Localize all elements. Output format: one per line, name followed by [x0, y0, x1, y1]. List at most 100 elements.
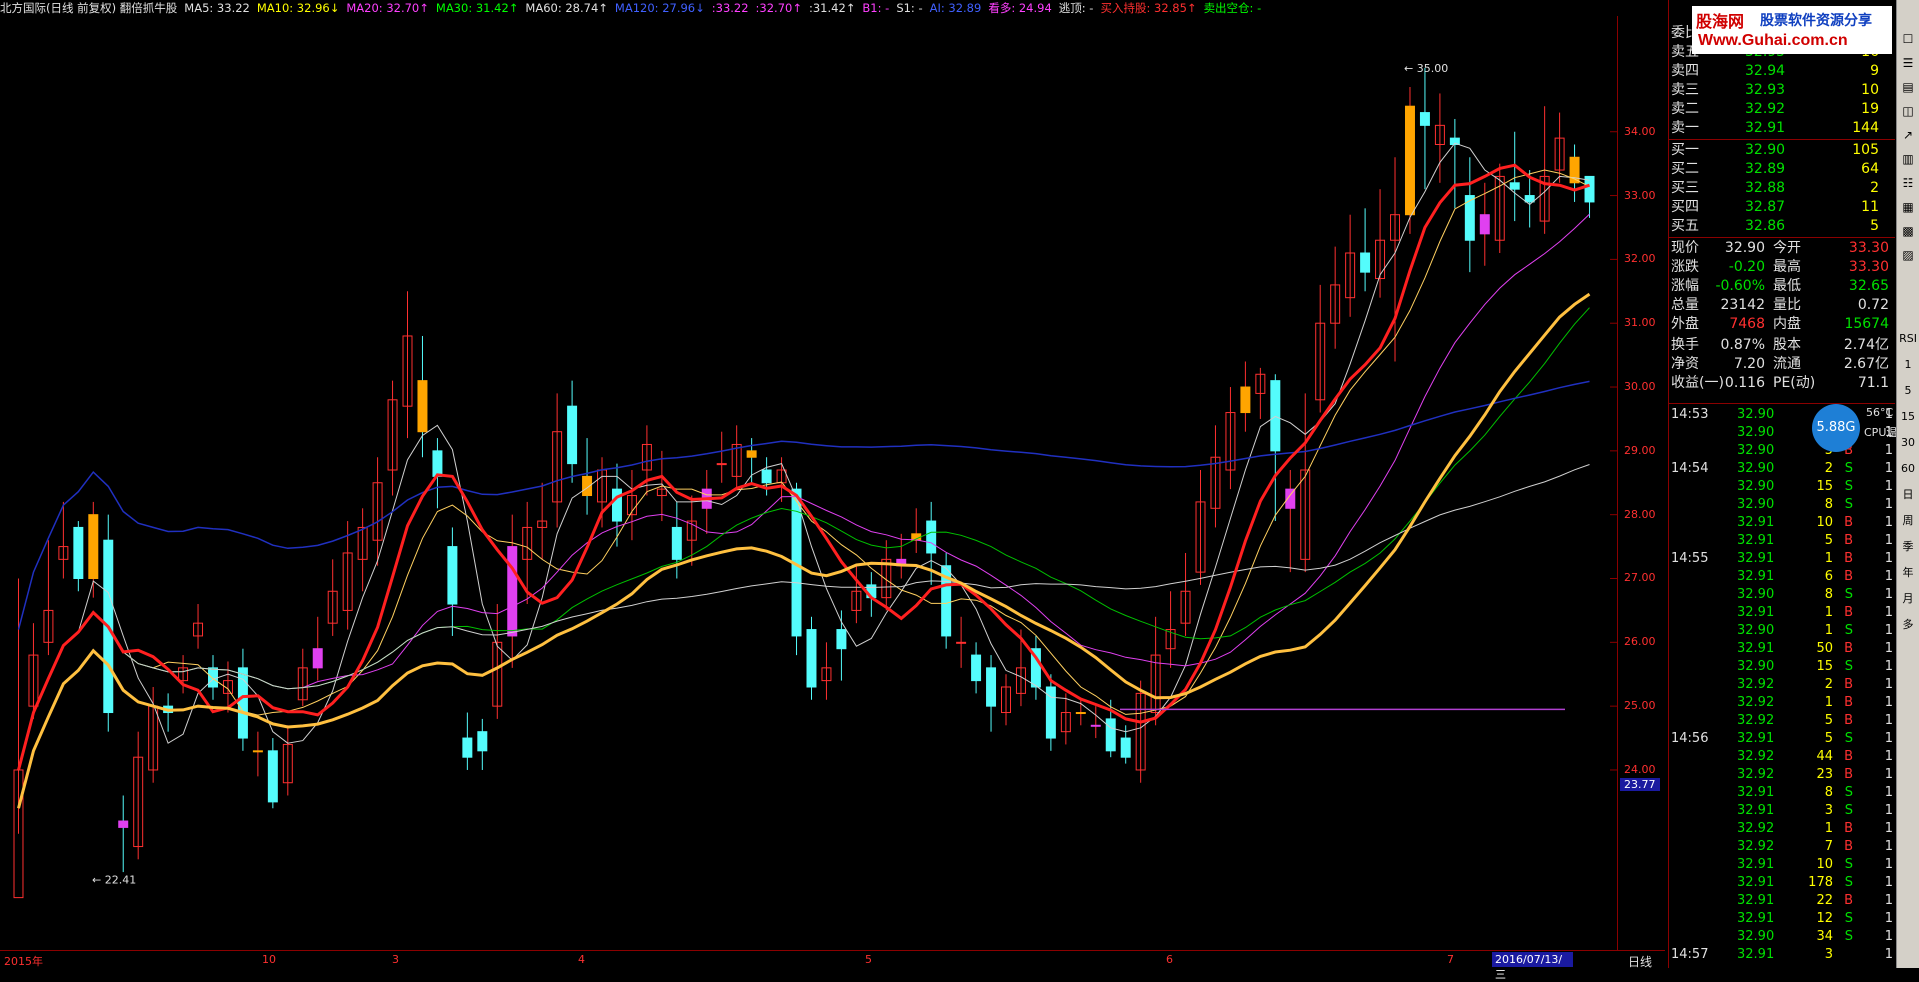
- candle-body: [567, 405, 578, 465]
- tool-icon[interactable]: ▦: [1899, 198, 1917, 216]
- period-tool[interactable]: 30: [1899, 434, 1917, 452]
- sell-level: 卖一 32.91 144: [1671, 120, 1879, 136]
- sell-level: 卖三 32.93 10: [1671, 82, 1879, 98]
- candle-body: [252, 750, 263, 753]
- tick-row: 32.90 1: [1737, 425, 1893, 440]
- indicator-bar: 北方国际(日线 前复权) 翻倍抓牛股 MA5: 33.22 MA10: 32.96↓…: [0, 0, 1665, 16]
- tool-icon[interactable]: ◫: [1899, 102, 1917, 120]
- buy-hold-line: [17, 163, 1590, 771]
- tick-row: 32.91 6 B 1: [1737, 569, 1893, 584]
- tick-row: 32.92 44 B 1: [1737, 749, 1893, 764]
- period-tool[interactable]: 月: [1899, 590, 1917, 608]
- candle-body: [1090, 724, 1101, 727]
- candle-body: [1404, 105, 1415, 216]
- indicator-10: B1: -: [862, 1, 890, 15]
- tick-row: 32.92 5 B 1: [1737, 713, 1893, 728]
- high-label: ← 35.00: [1404, 62, 1448, 75]
- period-tool[interactable]: 年: [1899, 564, 1917, 582]
- indicator-12: AI: 32.89: [929, 1, 982, 15]
- candle-body: [671, 526, 682, 560]
- candle-body: [447, 546, 458, 605]
- tick-row: 32.90 8 S 1: [1737, 497, 1893, 512]
- candle-body: [267, 750, 278, 803]
- period-tool[interactable]: 60: [1899, 460, 1917, 478]
- month-label: 5: [865, 953, 872, 966]
- candle-body: [1584, 175, 1595, 203]
- month-label: 3: [392, 953, 399, 966]
- tool-icon[interactable]: ▥: [1899, 150, 1917, 168]
- month-label: 6: [1166, 953, 1173, 966]
- period-tool[interactable]: 多: [1899, 616, 1917, 634]
- period-tool[interactable]: 1: [1899, 356, 1917, 374]
- cpu-badge[interactable]: 5.88G: [1812, 404, 1860, 452]
- kline-svg: ← 35.00 ← 22.41: [13, 62, 1617, 899]
- candle-body: [507, 546, 518, 637]
- ma60-line: [18, 464, 1590, 771]
- tick-row: 32.91 12 S 1: [1737, 911, 1893, 926]
- tick-row: 32.91 178 S 1: [1737, 875, 1893, 890]
- tick-row: 14:55 32.91 1 B 1: [1671, 551, 1893, 566]
- candle-body: [1105, 718, 1116, 752]
- candle-body: [432, 450, 443, 477]
- tool-icon[interactable]: ▤: [1899, 78, 1917, 96]
- tool-icon[interactable]: ▨: [1899, 246, 1917, 264]
- candle-body: [1419, 112, 1430, 126]
- stat-row: 现价 32.90 今开 33.30: [1671, 240, 1889, 256]
- period-label[interactable]: 日线: [1628, 953, 1652, 970]
- stat-row: 总量 23142 量比 0.72: [1671, 297, 1889, 313]
- price-tick: 30.00: [1624, 380, 1656, 394]
- tick-row: 32.90 8 S 1: [1737, 587, 1893, 602]
- candle-body: [208, 667, 218, 688]
- candle-body: [986, 667, 997, 707]
- tick-row: 14:53 32.90 1: [1671, 407, 1893, 422]
- tick-row: 32.90 34 S 1: [1737, 929, 1893, 944]
- kline-chart[interactable]: ← 35.00 ← 22.41: [0, 16, 1665, 950]
- price-tick: 33.00: [1624, 188, 1656, 202]
- tick-row: 32.92 7 B 1: [1737, 839, 1893, 854]
- buy-level: 买四 32.87 11: [1671, 199, 1879, 215]
- tick-row: 32.905B1: [1737, 443, 1893, 458]
- ma10-line: [18, 169, 1590, 771]
- candle-body: [73, 526, 84, 579]
- tick-row: 32.91 10 S 1: [1737, 857, 1893, 872]
- indicator-16: 卖出空仓: -: [1203, 1, 1262, 15]
- candle-body: [1270, 380, 1281, 452]
- current-price-label: 23.77: [1620, 777, 1660, 791]
- tick-row: 32.90 1 S 1: [1737, 623, 1893, 638]
- candle-body: [417, 380, 428, 433]
- indicator-7: :33.22: [711, 1, 749, 15]
- indicator-6: MA120: 27.96↓: [614, 1, 705, 15]
- period-tool[interactable]: 季: [1899, 538, 1917, 556]
- price-tick: 31.00: [1624, 316, 1656, 330]
- buy-level: 买一 32.90 105: [1671, 142, 1879, 158]
- stat-row: 涨幅 -0.60% 最低 32.65: [1671, 278, 1889, 294]
- buy-level: 买五 32.86 5: [1671, 218, 1879, 234]
- stat-row: 涨跌 -0.20 最高 33.30: [1671, 259, 1889, 275]
- cursor-date: 2016/07/13/三: [1492, 952, 1573, 981]
- candle-body: [1075, 712, 1086, 715]
- buy-level: 买二 32.89 64: [1671, 161, 1879, 177]
- stat-row: 外盘 7468 内盘 15674: [1671, 316, 1889, 332]
- indicator-13: 看多: 24.94: [988, 1, 1052, 15]
- tool-icon[interactable]: ▩: [1899, 222, 1917, 240]
- candle-body: [611, 488, 622, 522]
- period-tool[interactable]: 15: [1899, 408, 1917, 426]
- indicator-2: MA10: 32.96↓: [256, 1, 340, 15]
- tool-icon[interactable]: ☐: [1899, 30, 1917, 48]
- side-toolbar: ☐ ☰ ▤ ◫ ↗ ▥ ☷ ▦ ▩ ▨ RSI 1 5 15 30 60 日周季年月多: [1896, 0, 1919, 968]
- period-tool[interactable]: 周: [1899, 512, 1917, 530]
- indicator-3: MA20: 32.70↑: [346, 1, 429, 15]
- indicator-11: S1: -: [896, 1, 923, 15]
- tool-icon[interactable]: ☰: [1899, 54, 1917, 72]
- period-tool[interactable]: RSI: [1899, 330, 1917, 348]
- candle-body: [1240, 386, 1251, 414]
- tool-icon[interactable]: ☷: [1899, 174, 1917, 192]
- price-tick: 32.00: [1624, 252, 1656, 266]
- low-label: ← 22.41: [92, 873, 136, 886]
- candle-body: [746, 450, 757, 458]
- period-tool[interactable]: 5: [1899, 382, 1917, 400]
- month-label: 10: [262, 953, 276, 966]
- tool-icon[interactable]: ↗: [1899, 126, 1917, 144]
- period-tool[interactable]: 日: [1899, 486, 1917, 504]
- candle-body: [806, 629, 817, 688]
